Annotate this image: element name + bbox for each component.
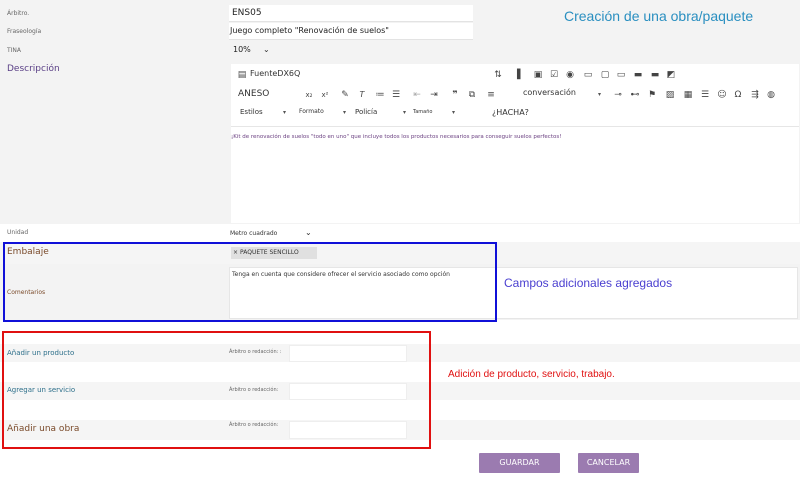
source-label[interactable]: FuenteDX6Q [250,69,300,78]
styles-dropdown[interactable]: Estilos [240,108,263,116]
additional-fields-annotation: Campos adicionales agregados [504,276,673,290]
description-editor[interactable]: ¡Kit de renovación de suelos "todo en un… [231,126,799,223]
phrase-field[interactable]: Juego completo "Renovación de suelos" [229,23,473,40]
code-label: Árbitro. [7,10,30,17]
select-icon[interactable]: ▭ [616,70,626,80]
document-icon[interactable]: ▤ [237,70,247,80]
format-icon[interactable]: ⇅ [493,70,503,80]
unit-value: Metro cuadrado [230,230,278,237]
addition-annotation: Adición de producto, servicio, trabajo. [448,369,615,380]
unit-row-bg [0,224,800,242]
chevron-down-icon: ⌄ [263,45,270,54]
hidden-field-icon[interactable]: ▬ [650,70,660,80]
anchor-flag-icon[interactable]: ⚑ [647,90,657,100]
form-icon[interactable]: ▣ [533,70,543,80]
size-caret-icon: ▾ [452,109,456,116]
description-label: Descripción [7,64,60,74]
indent-icon[interactable]: ⇥ [429,90,439,100]
caret-icon: ▾ [598,91,602,98]
tina-select[interactable]: 10% ⌄ [229,42,275,58]
editor-toolbar: ▤ FuenteDX6Q ⇅ ▐ ▣ ☑ ◉ ▭ ▢ ▭ ▬ ▬ ◩ ANESO… [231,64,799,126]
additional-fields-highlight [3,242,497,322]
styles-caret-icon: ▾ [283,109,287,116]
special-char-icon[interactable]: Ω [733,90,743,100]
horizontal-line-icon[interactable]: ☰ [700,90,710,100]
bullet-list-icon[interactable]: ☰ [391,90,401,100]
outdent-icon[interactable]: ⇤ [412,90,422,100]
tina-value: 10% [233,45,251,54]
checkbox-icon[interactable]: ☑ [549,70,559,80]
image-button-icon[interactable]: ◩ [666,70,676,80]
aneso-label[interactable]: ANESO [238,89,269,99]
clear-format-icon[interactable]: T [357,90,367,100]
link-icon[interactable]: ⊸ [613,90,623,100]
page-title: Creación de una obra/paquete [564,8,754,24]
unit-label: Unidad [7,229,29,236]
unlink-icon[interactable]: ⊷ [630,90,640,100]
blockquote-icon[interactable]: ❞ [450,90,460,100]
conversation-label[interactable]: conversación [523,88,576,97]
button-icon[interactable]: ▬ [633,70,643,80]
cancel-button[interactable]: CANCELAR [578,453,639,473]
phrase-value: Juego completo "Renovación de suelos" [230,26,389,35]
globe-icon[interactable]: ◍ [766,90,776,100]
brush-icon[interactable]: ✎ [340,90,350,100]
align-left-icon[interactable]: ≡ [486,90,496,100]
superscript-icon[interactable]: x² [320,90,330,100]
textfield-icon[interactable]: ▭ [583,70,593,80]
textarea-icon[interactable]: ▢ [600,70,610,80]
save-button[interactable]: GUARDAR [479,453,560,473]
addition-highlight [2,331,431,449]
hacha-label[interactable]: ¿HACHA? [492,108,529,117]
iframe-icon[interactable]: ⇶ [750,90,760,100]
phrase-label: Fraseología [7,28,42,35]
smiley-icon[interactable]: ☺ [717,90,727,100]
ordered-list-icon[interactable]: ≔ [375,90,385,100]
description-text: ¡Kit de renovación de suelos "todo en un… [231,134,562,140]
subscript-icon[interactable]: x₂ [304,90,314,100]
unit-select[interactable]: Metro cuadrado ⌄ [229,227,315,241]
div-icon[interactable]: ⧉ [467,90,477,100]
font-caret-icon: ▾ [403,109,407,116]
code-field[interactable]: ENS05 [229,5,473,22]
format-caret-icon: ▾ [343,109,347,116]
code-value: ENS05 [232,8,262,18]
font-dropdown[interactable]: Policía [355,108,377,116]
chevron-down-icon: ⌄ [305,228,312,237]
format-dropdown[interactable]: Formato [299,108,324,115]
table-icon[interactable]: ▦ [683,90,693,100]
tina-label: TINA [7,47,22,54]
flag-icon[interactable]: ▐ [512,70,522,80]
radio-icon[interactable]: ◉ [565,70,575,80]
image-icon[interactable]: ▨ [665,90,675,100]
size-dropdown[interactable]: Tamaño [413,109,432,115]
